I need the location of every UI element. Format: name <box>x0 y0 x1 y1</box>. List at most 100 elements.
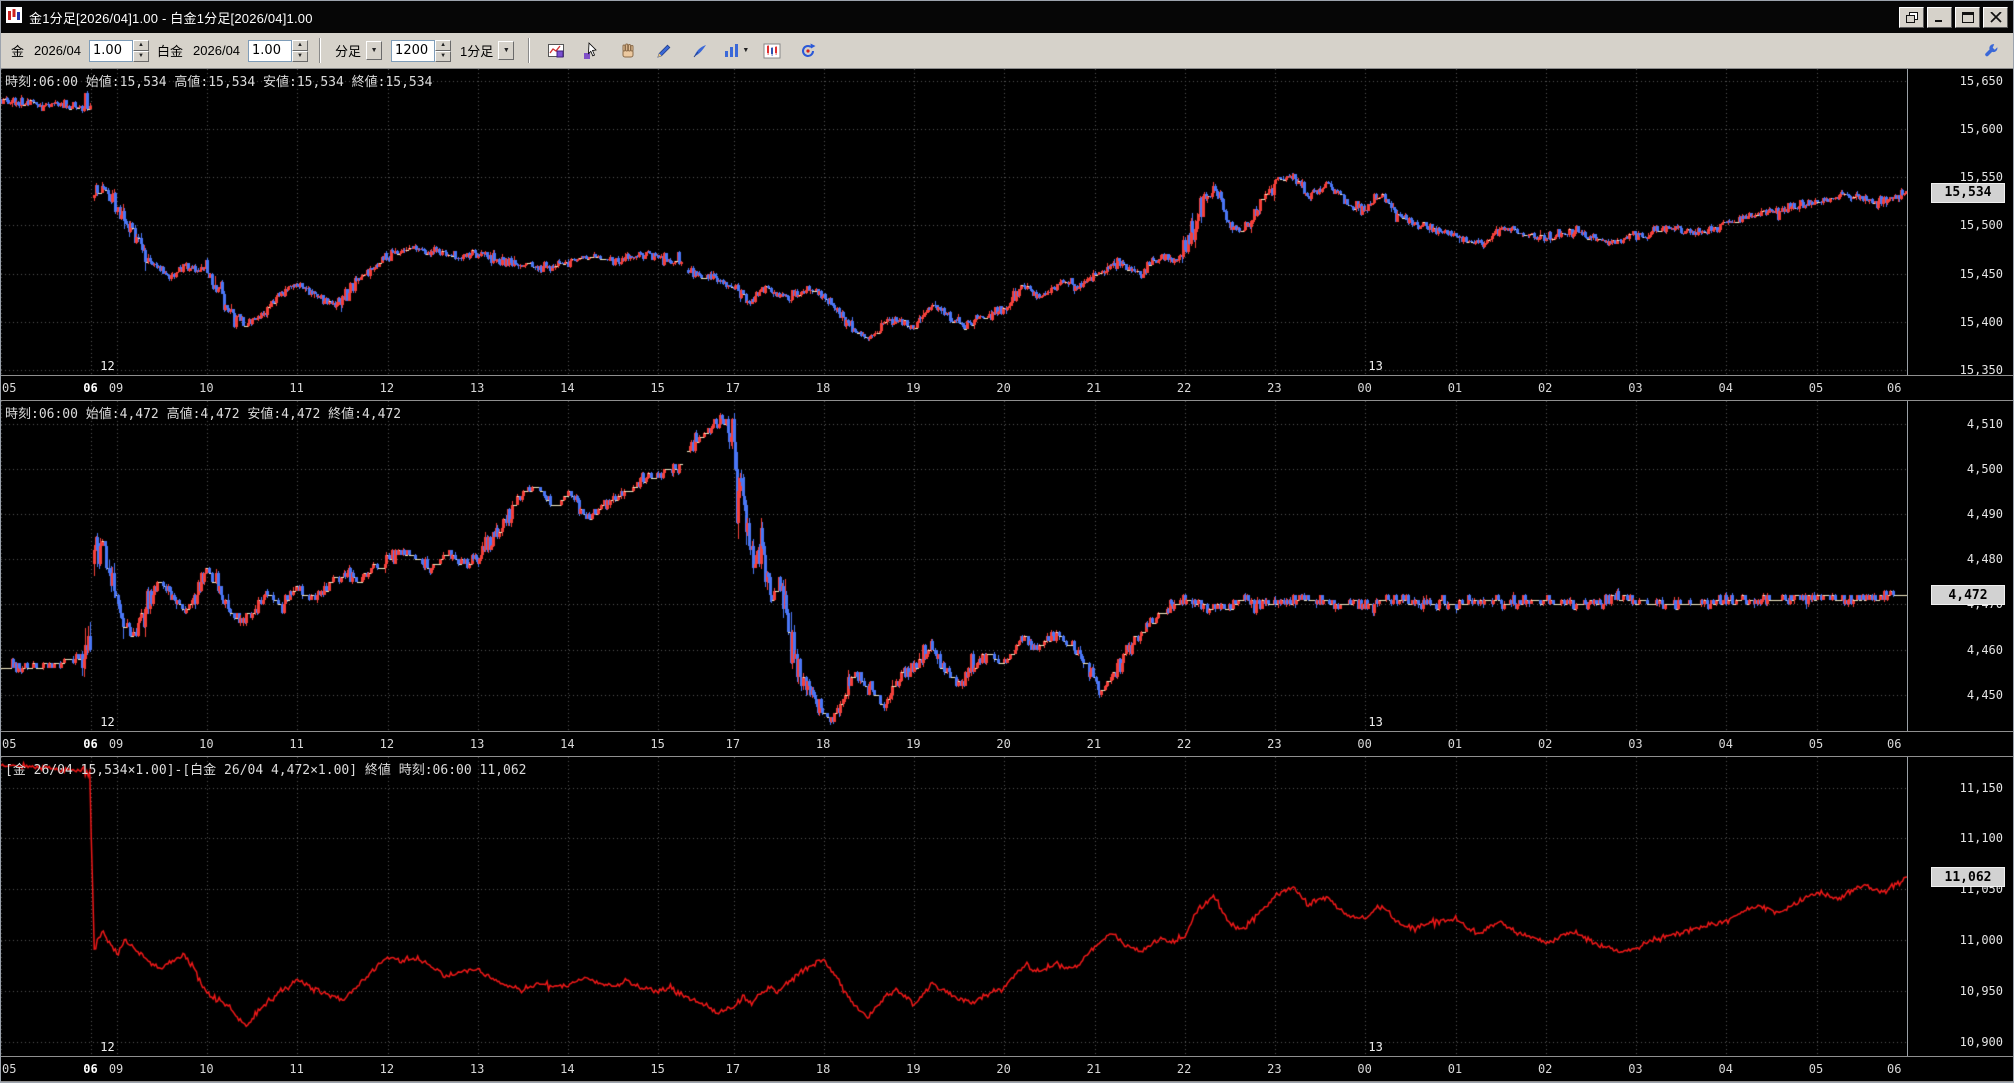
pencil-draw-button[interactable] <box>649 38 680 63</box>
platinum-multiplier-down-button[interactable]: ▼ <box>292 50 309 62</box>
time-axis-label: 20 <box>996 737 1011 751</box>
maximize-button[interactable] <box>1955 6 1980 28</box>
toolbar-separator <box>528 38 531 63</box>
chart-type-dropdown[interactable]: 分足 ▼ <box>332 40 385 62</box>
price-axis-label: 11,100 <box>1959 831 2003 846</box>
settings-wrench-button[interactable] <box>1977 38 2007 63</box>
cursor-select-button[interactable] <box>577 38 608 63</box>
platinum-label: 白金 <box>157 44 184 59</box>
time-axis-label: 19 <box>906 381 921 395</box>
platinum-price-axis: 4,472 4,5104,5004,4904,4804,4704,4604,45… <box>1907 401 2013 731</box>
popout-button[interactable] <box>1899 6 1924 28</box>
price-axis-label: 4,450 <box>1966 687 2003 702</box>
time-axis-label: 23 <box>1267 737 1282 751</box>
time-axis-label: 13 <box>469 737 485 751</box>
gold-time-axis: 05 06 09 10 11 12 13 14 15 17 18 19 20 21 22 23 00 01 02 03… <box>1 375 2013 401</box>
candle-chart-icon <box>763 43 781 58</box>
time-axis-label: 21 <box>1086 737 1102 751</box>
price-axis-label: 4,490 <box>1966 507 2003 521</box>
price-axis-label: 10,900 <box>1959 1034 2003 1049</box>
time-axis-label: 14 <box>560 737 575 751</box>
spread-plot-area[interactable]: [金 26/04 15,534×1.00]-[白金 26/04 4,472×1.… <box>1 757 1907 1056</box>
spread-info-line: [金 26/04 15,534×1.00]-[白金 26/04 4,472×1.… <box>5 763 527 778</box>
time-axis-label: 09 <box>108 381 124 395</box>
timeframe-dropdown[interactable]: 1分足 ▼ <box>457 40 517 62</box>
gold-label: 金 <box>11 44 25 59</box>
price-axis-label: 4,500 <box>1966 461 2003 476</box>
price-axis-label: 11,000 <box>1959 933 2003 948</box>
time-axis-label: 17 <box>725 381 741 395</box>
gold-price-badge: 15,534 <box>1931 182 2005 203</box>
time-axis-label: 01 <box>1447 1062 1463 1076</box>
gold-contract-label: 2026/04 <box>34 43 82 58</box>
toolbar: 金 2026/04 ▲ ▼ 白金 2026/04 ▲ ▼ 分足 ▼ ▲ <box>1 33 2013 69</box>
platinum-price-badge: 4,472 <box>1931 585 2005 606</box>
pencil-draw-icon <box>657 44 671 58</box>
price-axis-label: 10,950 <box>1959 983 2003 998</box>
time-axis-label: 05 <box>2 381 17 395</box>
platinum-plot-area[interactable]: 時刻:06:00 始値:4,472 高値:4,472 安値:4,472 終値:4… <box>1 401 1907 731</box>
time-axis-label: 14 <box>560 381 575 395</box>
bar-count-down-button[interactable]: ▼ <box>435 50 452 62</box>
chart-settings-button[interactable] <box>541 38 572 63</box>
time-axis-label: 17 <box>725 1062 741 1076</box>
date-marker: 13 <box>1368 1040 1383 1054</box>
time-axis-label: 05 <box>1808 1062 1824 1076</box>
time-axis-label: 22 <box>1176 381 1192 395</box>
time-axis-label: 04 <box>1718 737 1733 751</box>
gold-info-line: 時刻:06:00 始値:15,534 高値:15,534 安値:15,534 終… <box>5 75 433 90</box>
time-axis-label: 10 <box>199 737 214 751</box>
date-marker: 12 <box>100 1040 115 1054</box>
quill-draw-button[interactable] <box>685 38 716 63</box>
candle-chart-button[interactable] <box>757 38 788 63</box>
time-axis-label: 17 <box>725 737 741 751</box>
spread-chart-canvas[interactable] <box>1 757 1907 1056</box>
time-axis-label: 05 <box>2 737 17 751</box>
gold-plot-area[interactable]: 時刻:06:00 始値:15,534 高値:15,534 安値:15,534 終… <box>1 69 1907 375</box>
time-axis-label: 06 <box>1887 1062 1902 1076</box>
gold-chart-canvas[interactable] <box>1 69 1907 375</box>
bar-chart-menu-button[interactable]: ▼ <box>721 38 752 63</box>
hand-pan-button[interactable] <box>613 38 644 63</box>
chevron-down-icon: ▼ <box>742 47 750 54</box>
time-axis-label: 18 <box>815 381 831 395</box>
bar-count-input[interactable] <box>391 39 436 62</box>
gold-multiplier-down-button[interactable]: ▼ <box>133 50 150 62</box>
bar-count-spinner: ▲ ▼ <box>391 39 452 62</box>
hand-pan-icon <box>622 43 634 57</box>
time-axis-label: 02 <box>1537 737 1553 751</box>
spread-price-axis: 11,062 11,150 11,100 11,050 11,000 10,950 10,… <box>1907 757 2013 1056</box>
gold-multiplier-input[interactable] <box>89 39 134 62</box>
platinum-multiplier-up-button[interactable]: ▲ <box>292 39 309 51</box>
time-axis-label: 04 <box>1718 1062 1733 1076</box>
bar-count-up-button[interactable]: ▲ <box>435 39 452 51</box>
time-axis-label: 11 <box>289 381 304 395</box>
gold-multiplier-up-button[interactable]: ▲ <box>133 39 150 51</box>
platinum-multiplier-input[interactable] <box>248 39 293 62</box>
wrench-icon <box>1985 43 1998 56</box>
title-bar[interactable]: 金1分足[2026/04]1.00 - 白金1分足[2026/04]1.00 <box>1 1 2013 33</box>
time-axis-label: 02 <box>1537 1062 1553 1076</box>
time-axis-label: 22 <box>1176 737 1192 751</box>
time-axis-label: 05 <box>1808 737 1824 751</box>
time-axis-label: 00 <box>1357 1062 1372 1076</box>
price-axis-label: 15,350 <box>1959 363 2003 375</box>
price-axis-label: 11,150 <box>1959 780 2003 795</box>
refresh-button[interactable] <box>793 38 824 63</box>
platinum-chart-panel: 時刻:06:00 始値:4,472 高値:4,472 安値:4,472 終値:4… <box>1 401 2013 757</box>
date-marker: 13 <box>1368 715 1383 729</box>
spread-chart-panel: [金 26/04 15,534×1.00]-[白金 26/04 4,472×1.… <box>1 757 2013 1082</box>
time-axis-label: 19 <box>906 1062 921 1076</box>
price-axis-label: 4,460 <box>1966 642 2003 657</box>
time-axis-label: 01 <box>1447 381 1463 395</box>
platinum-chart-canvas[interactable] <box>1 401 1907 731</box>
window-title: 金1分足[2026/04]1.00 - 白金1分足[2026/04]1.00 <box>29 10 313 26</box>
cursor-select-icon <box>584 41 598 59</box>
time-axis-label: 13 <box>469 1062 485 1076</box>
time-axis-label: 03 <box>1628 381 1643 395</box>
price-axis-label: 15,600 <box>1959 121 2003 136</box>
time-axis-label: 06 <box>1887 381 1902 395</box>
time-axis-label: 23 <box>1267 1062 1282 1076</box>
minimize-button[interactable] <box>1927 6 1952 28</box>
close-button[interactable] <box>1983 6 2008 28</box>
